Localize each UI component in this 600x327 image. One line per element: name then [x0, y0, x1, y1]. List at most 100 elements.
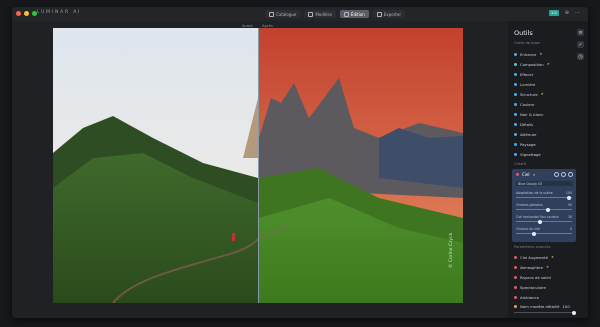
- sky-tool-header: Ciel ★: [516, 172, 536, 177]
- slider-thumb[interactable]: [538, 219, 542, 224]
- template-amount-slider[interactable]: [514, 310, 576, 315]
- slider-label: Adaptation de la scène: [516, 191, 553, 195]
- sky-selection-dropdown[interactable]: Blue Cloudy 03: [516, 181, 573, 186]
- star-icon: ★: [532, 172, 536, 177]
- more-icon[interactable]: [568, 172, 573, 177]
- tool-vignette[interactable]: Vignettage: [514, 151, 541, 157]
- tab-edit[interactable]: Édition: [339, 10, 369, 18]
- reset-icon[interactable]: [554, 172, 559, 177]
- tool-atmosphere[interactable]: Atmosphère ★: [514, 264, 549, 270]
- slider-track[interactable]: [516, 207, 572, 212]
- tool-label: Couleur: [520, 101, 535, 107]
- tool-landscape[interactable]: Paysage: [514, 141, 536, 147]
- brush-icon[interactable]: ✓: [577, 41, 584, 48]
- tab-label: Édition: [350, 11, 365, 17]
- tool-label: Atténuer: [520, 131, 537, 137]
- tool-label: Atmosphère: [520, 264, 543, 270]
- erase-icon: [514, 72, 517, 76]
- details-icon: [514, 122, 517, 126]
- more-icon[interactable]: ⋯: [575, 10, 580, 16]
- slider-track[interactable]: [516, 195, 572, 200]
- tool-label: Vignettage: [520, 151, 541, 157]
- tools-panel: Outils ≡ ✓ ◷ Outils de base Enhance ★ Com…: [508, 21, 588, 318]
- tab-export[interactable]: Exporter: [372, 10, 405, 18]
- tool-composition[interactable]: Composition ★: [514, 61, 550, 67]
- tool-label: Ciel: [522, 172, 530, 177]
- tab-catalogue[interactable]: Catalogue: [265, 10, 301, 18]
- slider-horizon-blur[interactable]: Ciel horizontal flou couleur 30: [516, 215, 572, 224]
- slider-value: 100: [565, 191, 572, 195]
- color-icon: [514, 102, 517, 106]
- slider-track[interactable]: [516, 219, 572, 224]
- slider-sky-warmth[interactable]: Chaleur du ciel 0: [516, 227, 572, 236]
- tool-details[interactable]: Détails: [514, 121, 533, 127]
- photo-credit: © Corina Czyck: [449, 232, 454, 268]
- tool-light[interactable]: Lumière: [514, 81, 535, 87]
- template-amount-value: 100: [562, 304, 570, 309]
- section-essentials: Outils de base: [514, 41, 540, 45]
- atmosphere-icon: [514, 265, 517, 269]
- slider-thumb[interactable]: [532, 231, 536, 236]
- window-controls: [16, 11, 37, 16]
- tool-structure[interactable]: Structure ★: [514, 91, 544, 97]
- compare-split-handle[interactable]: [258, 28, 259, 303]
- tool-label: Structure: [520, 91, 538, 97]
- slider-thumb[interactable]: [546, 207, 550, 212]
- slider-value: 50: [567, 203, 572, 207]
- mode-tabs: Catalogue Modèles Édition Exporter: [265, 10, 405, 18]
- tool-dramatic[interactable]: Spectaculaire: [514, 284, 546, 290]
- sky-tool-card[interactable]: Ciel ★ Blue Cloudy 03 Adaptation de la sc…: [512, 169, 576, 242]
- tab-label: Exporter: [383, 11, 401, 17]
- hiker: [232, 233, 235, 241]
- title-bar: LUMINAR AI Catalogue Modèles Édition Exp…: [12, 7, 588, 21]
- layers-icon[interactable]: ≡: [577, 29, 584, 36]
- slider-thumb[interactable]: [567, 195, 571, 200]
- composition-icon: [514, 62, 517, 66]
- tab-label: Modèles: [315, 11, 332, 17]
- tool-label: Détails: [520, 121, 534, 127]
- star-icon: ★: [546, 265, 550, 269]
- tool-label: Spectaculaire: [520, 284, 546, 290]
- slider-scene-relight[interactable]: Adaptation de la scène 100: [516, 191, 572, 200]
- star-icon: ★: [546, 62, 550, 66]
- minimize-window-button[interactable]: [24, 11, 29, 16]
- landscape-icon: [514, 142, 517, 146]
- slider-thumb[interactable]: [572, 310, 576, 315]
- tool-erase[interactable]: Effacer: [514, 71, 533, 77]
- star-icon: ★: [540, 92, 544, 96]
- zoom-icon[interactable]: ⊕: [565, 10, 569, 16]
- star-icon: ★: [550, 255, 555, 259]
- version-badge[interactable]: 2.0: [549, 10, 559, 16]
- history-icon[interactable]: ◷: [577, 53, 584, 60]
- section-advanced[interactable]: Paramètres avancés: [514, 245, 551, 249]
- slider-track[interactable]: [516, 231, 572, 236]
- photo-canvas[interactable]: © Corina Czyck: [53, 28, 463, 303]
- tool-color[interactable]: Couleur: [514, 101, 535, 107]
- tool-denoise[interactable]: Atténuer: [514, 131, 537, 137]
- top-right-controls: 2.0 ⊕ ⋯: [549, 10, 580, 16]
- tool-mood[interactable]: Ambiance: [514, 294, 539, 300]
- slider-value: 0: [569, 227, 572, 231]
- tool-enhance[interactable]: Enhance ★: [514, 51, 542, 57]
- slider-label: Chaleur du ciel: [516, 227, 540, 231]
- before-image: [53, 28, 258, 303]
- tool-label: Lumière: [520, 81, 536, 87]
- close-window-button[interactable]: [16, 11, 21, 16]
- catalog-icon: [269, 11, 274, 17]
- light-icon: [514, 82, 517, 86]
- visibility-icon[interactable]: [561, 172, 566, 177]
- tab-templates[interactable]: Modèles: [304, 10, 336, 18]
- tool-augmented-sky[interactable]: Ciel Augmenté ★: [514, 254, 554, 260]
- template-amount-row: Nom modèle détaillé 100: [514, 304, 570, 309]
- panel-title: Outils: [514, 29, 533, 37]
- edit-icon: [343, 11, 349, 17]
- tool-sunrays[interactable]: Rayons de soleil: [514, 274, 551, 280]
- tool-label: Ciel Augmenté: [520, 254, 548, 260]
- dramatic-icon: [514, 285, 517, 289]
- tool-label: Rayons de soleil: [520, 274, 551, 280]
- template-amount-label: Nom modèle détaillé: [520, 304, 560, 309]
- structure-icon: [514, 92, 517, 96]
- slider-global-shadows[interactable]: Ombres globales 50: [516, 203, 572, 212]
- tool-black-white[interactable]: Noir & blanc: [514, 111, 543, 117]
- slider-value: 30: [567, 215, 572, 219]
